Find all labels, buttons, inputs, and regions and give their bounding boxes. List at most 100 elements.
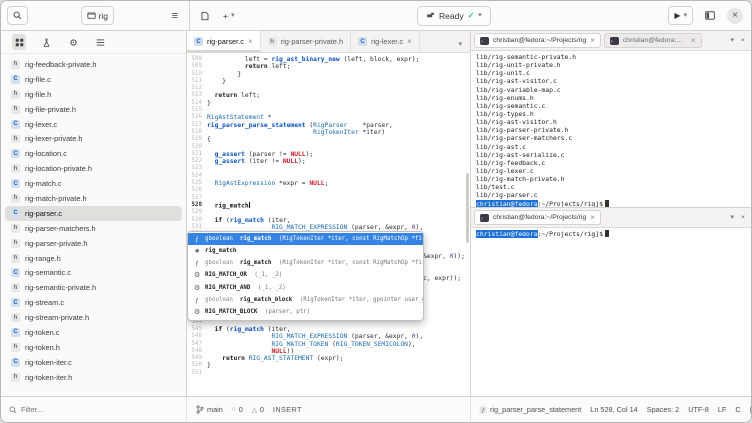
- file-item[interactable]: Crig-lexer.c: [5, 117, 182, 132]
- build-panel-button[interactable]: [66, 34, 80, 50]
- terminal-tab[interactable]: ›christian@fedora:~/Projects/rig×: [603, 33, 702, 48]
- header-file-icon: h: [11, 134, 20, 144]
- function-icon: ƒ: [195, 235, 199, 243]
- file-name: rig-file.h: [25, 89, 52, 99]
- file-item[interactable]: h rig-lexer-private.h: [5, 131, 182, 146]
- close-tab-icon[interactable]: ×: [407, 37, 412, 46]
- file-item[interactable]: Crig-semantic.c: [5, 265, 182, 280]
- file-item[interactable]: h rig-semantic-private.h: [5, 280, 182, 295]
- file-item[interactable]: h rig-token.h: [5, 340, 182, 355]
- editor-scrollbar[interactable]: [466, 173, 469, 243]
- terminal-bottom[interactable]: christian@fedora:~/Projects/rig]$: [471, 228, 751, 396]
- terminal-output-line: lib/rig-enums.h: [476, 93, 534, 102]
- completion-item[interactable]: ƒ gboolean rig_match (RigTokenIter *iter, …: [188, 258, 423, 270]
- close-tab-icon[interactable]: ×: [691, 36, 696, 45]
- line-number: 548: [191, 347, 202, 354]
- list-icon: [96, 38, 105, 47]
- terminal-tab[interactable]: ›christian@fedora:~/Projects/rig×: [474, 33, 601, 48]
- statusbar: main ○ 0 △ 0 INSERT f rig_parser_parse_s…: [1, 396, 751, 422]
- branch-button[interactable]: main: [196, 405, 223, 414]
- tab-list-button[interactable]: ▾: [450, 31, 470, 52]
- line-number: 521: [191, 150, 202, 157]
- file-name: rig-file-private.h: [25, 104, 76, 114]
- line-number: 525: [191, 180, 202, 187]
- close-window-button[interactable]: ×: [727, 7, 743, 24]
- search-button[interactable]: [7, 6, 28, 25]
- completion-item[interactable]: ★ rig_match: [188, 245, 423, 257]
- completion-popup: ƒ gboolean rig_match (RigTokenIter *iter, …: [187, 231, 424, 322]
- file-item[interactable]: h rig-match-private.h: [5, 191, 182, 206]
- code-line: 515: [187, 107, 470, 114]
- main-menu-button[interactable]: ≡: [167, 6, 183, 25]
- file-item[interactable]: Crig-match.c: [5, 176, 182, 191]
- completion-item[interactable]: ƒ gboolean rig_match (RigTokenIter *iter, …: [188, 233, 423, 246]
- function-icon: f: [479, 406, 487, 414]
- chevron-down-icon: ▾: [230, 12, 235, 19]
- project-tree-panel-button[interactable]: [12, 34, 26, 50]
- chevron-down-icon[interactable]: ▾: [731, 37, 735, 44]
- error-count[interactable]: ○ 0: [232, 405, 243, 414]
- encoding-setting[interactable]: UTF-8: [688, 405, 709, 414]
- file-item[interactable]: h rig-range.h: [5, 251, 182, 266]
- file-name: rig-token.h: [25, 342, 60, 352]
- file-item[interactable]: Crig-token-iter.c: [5, 355, 182, 370]
- file-item[interactable]: h rig-file-private.h: [5, 102, 182, 117]
- file-item[interactable]: h rig-stream-private.h: [5, 310, 182, 325]
- file-item[interactable]: Crig-file.c: [5, 72, 182, 87]
- line-number: 522: [191, 158, 202, 165]
- close-pane-icon[interactable]: ×: [741, 37, 745, 44]
- panel-layout-button[interactable]: [700, 6, 720, 25]
- todo-panel-button[interactable]: [93, 34, 107, 50]
- terminal-tab[interactable]: ›christian@fedora:~/Projects/rig×: [474, 210, 601, 225]
- terminal-prompt: christian@fedora:~/Projects/rig]$: [476, 199, 746, 207]
- close-tab-icon[interactable]: ×: [590, 36, 595, 45]
- terminal-output-line: lib/rig-semantic-private.h: [476, 53, 577, 61]
- file-item[interactable]: Crig-token.c: [5, 325, 182, 340]
- file-item[interactable]: h rig-file.h: [5, 87, 182, 102]
- completion-item[interactable]: ⚙ RIG_MATCH_AND (_1, _2): [188, 282, 423, 294]
- line-text: RigAstStatement *: [207, 114, 272, 122]
- run-button[interactable]: ▶ ▾: [668, 6, 693, 25]
- file-item[interactable]: Crig-stream.c: [5, 295, 182, 310]
- tests-panel-button[interactable]: [39, 34, 53, 50]
- close-pane-icon[interactable]: ×: [741, 214, 745, 221]
- header-file-icon: h: [11, 238, 20, 248]
- file-item[interactable]: h rig-feedback-private.h: [5, 57, 182, 72]
- file-item[interactable]: Crig-location.c: [5, 146, 182, 161]
- new-tab-button[interactable]: + ▾: [218, 6, 239, 25]
- tab-label: rig-parser.c: [207, 37, 244, 46]
- file-item[interactable]: h rig-parser-matchers.h: [5, 221, 182, 236]
- line-text: if (rig_match (iter,: [214, 216, 291, 224]
- line-text: if (rig_match (iter,: [214, 325, 291, 333]
- editor-tab[interactable]: Crig-parser.c ×: [187, 31, 261, 52]
- completion-item[interactable]: ⚙ RIG_MATCH_OR (_1, _2): [188, 270, 423, 282]
- file-item[interactable]: h rig-token-iter.h: [5, 370, 182, 385]
- close-tab-icon[interactable]: ×: [590, 213, 595, 222]
- cursor-position[interactable]: Ln 528, Col 14: [590, 405, 637, 414]
- editor-tab[interactable]: Crig-lexer.c ×: [351, 31, 420, 52]
- project-button[interactable]: rig: [80, 6, 115, 25]
- chevron-down-icon[interactable]: ▾: [731, 214, 735, 221]
- code-line: 528 rig_match: [187, 201, 470, 209]
- editor-tab[interactable]: h rig-parser-private.h: [261, 31, 352, 52]
- language-setting[interactable]: C: [735, 405, 740, 414]
- code-line: 529: [187, 209, 470, 216]
- current-symbol[interactable]: f rig_parser_parse_statement: [479, 405, 581, 414]
- completion-item[interactable]: ⚙ RIG_MATCH_BLOCK (parser, ptr): [188, 307, 423, 319]
- build-status-button[interactable]: Ready ✓ ▾: [417, 5, 491, 26]
- document-list-button[interactable]: [196, 6, 214, 25]
- file-item[interactable]: h rig-parser-private.h: [5, 236, 182, 251]
- code-line: 523: [187, 165, 470, 172]
- terminal-top[interactable]: lib/rig-semantic-private.h lib/rig-unit-p…: [471, 51, 751, 207]
- file-item[interactable]: Crig-parser.c: [5, 205, 182, 221]
- line-text: }: [207, 99, 211, 107]
- filter-input[interactable]: [21, 405, 161, 414]
- close-tab-icon[interactable]: ×: [248, 37, 253, 46]
- warning-count[interactable]: △ 0: [252, 405, 264, 414]
- indentation-setting[interactable]: Spaces: 2: [647, 405, 679, 414]
- line-ending-setting[interactable]: LF: [718, 405, 727, 414]
- build-status-label: Ready: [439, 10, 464, 21]
- code-view[interactable]: 508 left = rig_ast_binary_new (left, blo…: [187, 53, 470, 396]
- file-item[interactable]: h rig-location-private.h: [5, 161, 182, 176]
- completion-item[interactable]: ƒ gboolean rig_match_block (RigTokenIter *…: [188, 294, 423, 306]
